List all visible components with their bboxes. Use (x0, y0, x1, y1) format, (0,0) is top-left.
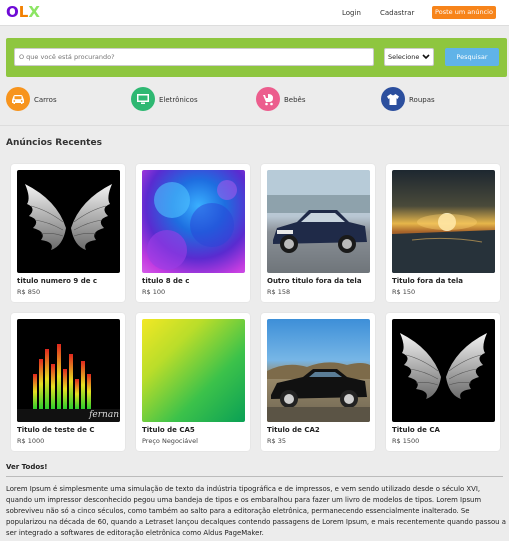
category-label: Eletrônicos (159, 96, 198, 104)
ad-title: Titulo fora da tela (392, 277, 464, 285)
category-label: Bebês (284, 96, 306, 104)
post-ad-button[interactable]: Poste um anúncio (432, 6, 496, 19)
ad-thumbnail-equalizer: fernan (17, 319, 120, 422)
divider (6, 476, 503, 477)
category-select-value: Selecione (388, 53, 420, 61)
ad-thumbnail-sunset (392, 170, 495, 273)
logo-letter-o: O (6, 3, 19, 21)
ad-price: R$ 35 (267, 437, 286, 445)
category-clothes[interactable]: Roupas (381, 87, 461, 113)
ad-card[interactable]: titulo 8 de c R$ 100 (136, 164, 250, 302)
ad-price: R$ 158 (267, 288, 291, 296)
image-watermark: fernan (89, 410, 119, 420)
ad-card[interactable]: Titulo de CA2 R$ 35 (261, 313, 375, 451)
monitor-icon (131, 87, 155, 111)
ad-card[interactable]: Titulo fora da tela R$ 150 (386, 164, 500, 302)
ad-price: R$ 100 (142, 288, 166, 296)
category-row: Carros Eletrônicos Bebês Roupas (0, 84, 509, 118)
ad-price: R$ 850 (17, 288, 41, 296)
car-icon (6, 87, 30, 111)
ad-card[interactable]: fernan Titulo de teste de C R$ 1000 (11, 313, 125, 451)
ad-card[interactable]: Titulo de CA5 Preço Negociável (136, 313, 250, 451)
ad-title: Outro titulo fora da tela (267, 277, 362, 285)
stroller-icon (256, 87, 280, 111)
top-header: OLX Login Cadastrar Poste um anúncio (0, 0, 509, 26)
ad-card[interactable]: Titulo de CA R$ 1500 (386, 313, 500, 451)
see-all-link[interactable]: Ver Todos! (6, 463, 48, 471)
description-text: Lorem Ipsum é simplesmente uma simulação… (6, 485, 506, 537)
ad-price: R$ 1000 (17, 437, 45, 445)
category-cars[interactable]: Carros (6, 87, 86, 113)
ad-title: Titulo de CA2 (267, 426, 320, 434)
logo-letter-x: X (28, 3, 40, 21)
ad-title: Titulo de teste de C (17, 426, 95, 434)
register-link[interactable]: Cadastrar (380, 9, 414, 17)
logo-letter-l: L (18, 3, 29, 21)
ad-thumbnail-wings (392, 319, 495, 422)
ad-thumbnail-wings (17, 170, 120, 273)
ad-thumbnail-green-gradient (142, 319, 245, 422)
ad-title: titulo numero 9 de c (17, 277, 98, 285)
chevron-down-icon (422, 49, 430, 71)
search-button[interactable]: Pesquisar (445, 48, 499, 66)
section-title: Anúncios Recentes (6, 138, 102, 148)
category-label: Carros (34, 96, 57, 104)
search-input[interactable] (14, 48, 374, 66)
category-electronics[interactable]: Eletrônicos (131, 87, 221, 113)
ad-price: Preço Negociável (142, 437, 198, 445)
ad-thumbnail-car-sedan (267, 170, 370, 273)
ad-title: Titulo de CA (392, 426, 440, 434)
ad-title: Titulo de CA5 (142, 426, 195, 434)
ad-thumbnail-muscle-car (267, 319, 370, 422)
olx-logo[interactable]: OLX (6, 3, 40, 21)
divider (0, 125, 509, 126)
login-link[interactable]: Login (342, 9, 361, 17)
category-baby[interactable]: Bebês (256, 87, 336, 113)
ad-thumbnail-blue-powder (142, 170, 245, 273)
search-bar: Selecione Pesquisar (6, 38, 507, 77)
ad-card[interactable]: Outro titulo fora da tela R$ 158 (261, 164, 375, 302)
category-label: Roupas (409, 96, 435, 104)
ad-card[interactable]: titulo numero 9 de c R$ 850 (11, 164, 125, 302)
ad-title: titulo 8 de c (142, 277, 190, 285)
ad-price: R$ 1500 (392, 437, 420, 445)
category-select[interactable]: Selecione (384, 48, 434, 66)
shirt-icon (381, 87, 405, 111)
ad-price: R$ 150 (392, 288, 416, 296)
